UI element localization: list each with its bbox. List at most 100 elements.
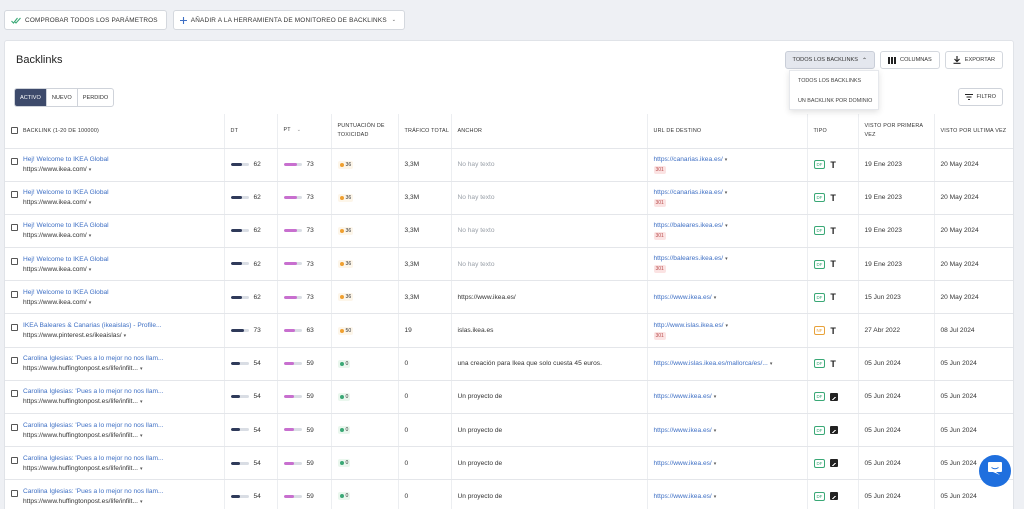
col-traffic[interactable]: Tráfico total (398, 114, 452, 149)
pt-bar-fill (283, 361, 295, 365)
backlink-title-link[interactable]: Carolina Iglesias: 'Pues a lo mejor no n… (23, 422, 164, 429)
toxicity-value: 36 (345, 194, 352, 201)
columns-icon (888, 56, 897, 64)
table-row[interactable]: Hej! Welcome to IKEA Global https://www.i… (5, 247, 1013, 282)
check-all-params-button[interactable]: Comprobar todos los parámetros (4, 10, 167, 30)
cell-toxicity: 36 (331, 148, 399, 182)
row-checkbox[interactable] (11, 423, 18, 431)
backlink-source-url[interactable]: https://www.ikea.com/▾ (23, 166, 109, 173)
export-button[interactable]: Exportar (944, 51, 1003, 69)
row-checkbox[interactable] (11, 456, 18, 464)
col-anchor[interactable]: Anchor (451, 114, 648, 149)
redirect-badge: 301 (653, 231, 666, 240)
table-row[interactable]: Hej! Welcome to IKEA Global https://www.i… (5, 214, 1013, 249)
target-url-link[interactable]: https://baleares.ikea.es/▾ (654, 222, 728, 229)
dropdown-item-one-per-domain[interactable]: Un backlink por dominio (790, 91, 878, 111)
table-row[interactable]: Carolina Iglesias: 'Pues a lo mejor no n… (5, 413, 1013, 448)
table-row[interactable]: Carolina Iglesias: 'Pues a lo mejor no n… (5, 446, 1013, 481)
row-checkbox[interactable] (11, 324, 18, 332)
target-url-link[interactable]: https://www.ikea.es/▾ (654, 427, 717, 434)
backlink-source-url[interactable]: https://www.pinterest.es/ikeaislas/▾ (23, 332, 162, 339)
col-last-seen[interactable]: Visto por ultima vez (934, 114, 1013, 149)
dt-bar (230, 162, 249, 166)
target-url-link[interactable]: http://www.islas.ikea.es/▾ (654, 322, 729, 329)
col-type[interactable]: Tipo (807, 114, 859, 149)
backlink-title-link[interactable]: Hej! Welcome to IKEA Global (23, 289, 109, 296)
target-url-link[interactable]: https://www.ikea.es/▾ (654, 460, 717, 467)
backlink-title-link[interactable]: Hej! Welcome to IKEA Global (23, 256, 109, 263)
row-checkbox[interactable] (11, 257, 18, 265)
table-row[interactable]: Hej! Welcome to IKEA Global https://www.i… (5, 280, 1013, 315)
backlink-title-link[interactable]: Carolina Iglesias: 'Pues a lo mejor no n… (23, 355, 164, 362)
tab-activo[interactable]: Activo (15, 89, 47, 106)
target-url-text: https://www.ikea.es/ (653, 492, 712, 500)
row-checkbox[interactable] (11, 357, 18, 365)
backlink-title-link[interactable]: Carolina Iglesias: 'Pues a lo mejor no n… (23, 455, 164, 462)
target-url-link[interactable]: https://www.ikea.es/▾ (654, 493, 717, 500)
backlink-title-link[interactable]: Hej! Welcome to IKEA Global (23, 222, 109, 229)
target-url-link[interactable]: https://www.ikea.es/▾ (654, 393, 717, 400)
col-target-url[interactable]: URL de destino (647, 114, 808, 149)
backlink-title-link[interactable]: Carolina Iglesias: 'Pues a lo mejor no n… (23, 488, 164, 495)
target-url-link[interactable]: https://baleares.ikea.es/▾ (654, 255, 728, 262)
dropdown-item-all[interactable]: Todos los backlinks (790, 71, 878, 91)
backlink-source-url[interactable]: https://www.ikea.com/▾ (23, 232, 109, 239)
table-row[interactable]: IKEA Baleares & Canarias (ikeaislas) - P… (5, 313, 1013, 348)
follow-badge: DF (813, 226, 826, 236)
table-row[interactable]: Hej! Welcome to IKEA Global https://www.i… (5, 148, 1013, 182)
table-row[interactable]: Carolina Iglesias: 'Pues a lo mejor no n… (5, 479, 1013, 509)
cell-last-seen: 20 May 2024 (934, 280, 1013, 315)
backlink-title-link[interactable]: IKEA Baleares & Canarias (ikeaislas) - P… (23, 322, 162, 329)
toxicity-dot (339, 394, 344, 399)
target-url-link[interactable]: https://canarias.ikea.es/▾ (654, 156, 728, 163)
col-toxicity[interactable]: Puntuación de toxicidad (331, 114, 399, 149)
tab-nuevo[interactable]: Nuevo (47, 89, 78, 106)
backlink-source-url[interactable]: https://www.huffingtonpost.es/life/infil… (23, 498, 164, 505)
tab-perdido[interactable]: Perdido (78, 89, 113, 106)
filter-button[interactable]: Filtro (957, 88, 1003, 106)
col-first-seen[interactable]: Visto por primera vez (858, 114, 935, 149)
target-url-link[interactable]: https://canarias.ikea.es/▾ (654, 189, 728, 196)
chat-button[interactable] (979, 455, 1011, 487)
source-url-text: https://www.huffingtonpost.es/life/infil… (23, 464, 138, 472)
cell-dt: 54 (224, 380, 278, 415)
cell-target-url: https://canarias.ikea.es/▾ 301 (647, 148, 808, 182)
target-url-link[interactable]: https://www.ikea.es/▾ (654, 294, 717, 301)
backlink-title-link[interactable]: Hej! Welcome to IKEA Global (23, 156, 109, 163)
backlink-source-url[interactable]: https://www.huffingtonpost.es/life/infil… (23, 432, 164, 439)
select-all-checkbox[interactable] (11, 126, 18, 134)
image-icon (830, 492, 839, 501)
target-url-link[interactable]: https://www.islas.ikea.es/mallorca/es/..… (654, 360, 773, 367)
backlink-title-link[interactable]: Hej! Welcome to IKEA Global (23, 189, 109, 196)
row-checkbox[interactable] (11, 390, 18, 398)
backlink-source-url[interactable]: https://www.ikea.com/▾ (23, 199, 109, 206)
cell-first-seen: 27 Abr 2022 (858, 313, 935, 348)
anchor-text: Un proyecto de (457, 459, 503, 467)
backlink-source-url[interactable]: https://www.ikea.com/▾ (23, 266, 109, 273)
backlink-title-link[interactable]: Carolina Iglesias: 'Pues a lo mejor no n… (23, 388, 164, 395)
col-dt[interactable]: DT (224, 114, 278, 149)
backlink-source-url[interactable]: https://www.huffingtonpost.es/life/infil… (23, 365, 164, 372)
backlink-source-url[interactable]: https://www.huffingtonpost.es/life/infil… (23, 465, 164, 472)
cell-dt: 62 (224, 148, 278, 182)
backlinks-table: Backlink (1-20 de 100000) DT PT ⌄ Puntuac… (5, 114, 1013, 509)
table-row[interactable]: Carolina Iglesias: 'Pues a lo mejor no n… (5, 380, 1013, 415)
columns-button[interactable]: Columnas (880, 51, 940, 69)
row-checkbox[interactable] (11, 489, 18, 497)
all-backlinks-dropdown[interactable]: Todos los backlinks ⌃ (784, 51, 876, 69)
row-checkbox[interactable] (11, 158, 18, 166)
add-to-monitor-label: Añadir a la herramienta de monitoreo de … (190, 16, 387, 24)
pt-bar-fill (283, 196, 297, 200)
row-checkbox[interactable] (11, 191, 18, 199)
col-pt[interactable]: PT ⌄ (277, 114, 332, 149)
table-row[interactable]: Hej! Welcome to IKEA Global https://www.i… (5, 181, 1013, 215)
backlink-source-url[interactable]: https://www.huffingtonpost.es/life/infil… (23, 398, 164, 405)
redirect-badge: 301 (653, 265, 666, 274)
cell-pt: 59 (277, 446, 332, 481)
backlink-source-url[interactable]: https://www.ikea.com/▾ (23, 299, 109, 306)
table-row[interactable]: Carolina Iglesias: 'Pues a lo mejor no n… (5, 347, 1013, 381)
row-checkbox[interactable] (11, 290, 18, 298)
row-checkbox[interactable] (11, 224, 18, 232)
caret-down-icon: ▾ (713, 460, 717, 467)
add-to-monitor-button[interactable]: Añadir a la herramienta de monitoreo de … (172, 10, 406, 30)
